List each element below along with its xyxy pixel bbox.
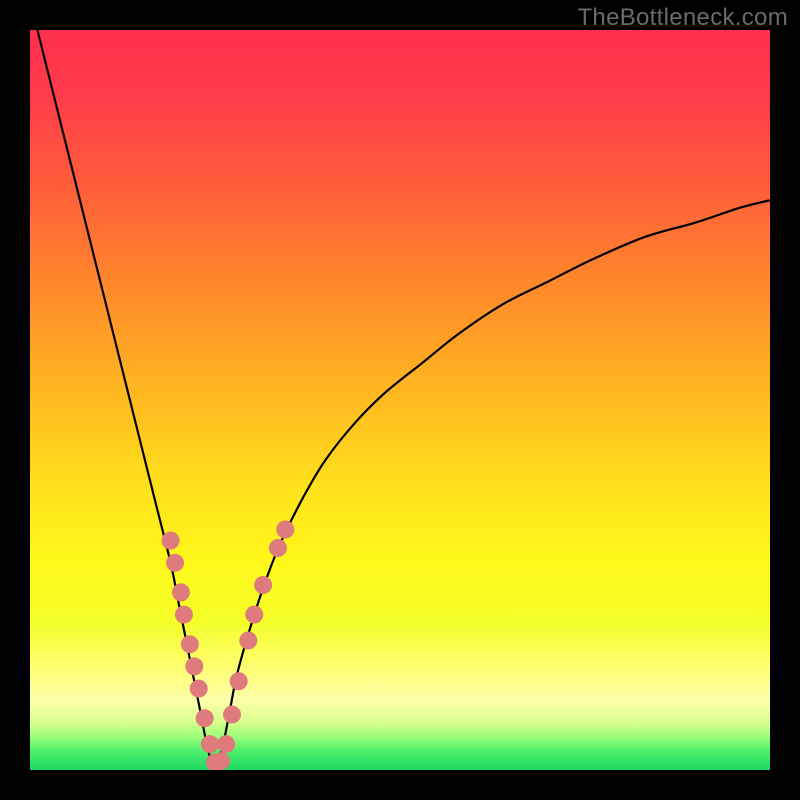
dot <box>181 635 199 653</box>
dot <box>217 735 235 753</box>
dot <box>276 521 294 539</box>
dot <box>223 706 241 724</box>
chart-frame: TheBottleneck.com <box>0 0 800 800</box>
dot <box>201 735 219 753</box>
watermark-text: TheBottleneck.com <box>577 4 788 32</box>
dot <box>175 606 193 624</box>
dot <box>162 532 180 550</box>
dot <box>166 554 184 572</box>
dot <box>212 752 230 770</box>
dot <box>172 583 190 601</box>
plot-area <box>30 30 770 770</box>
dot <box>185 657 203 675</box>
dot <box>230 672 248 690</box>
bottleneck-curve <box>37 30 770 770</box>
dot <box>245 606 263 624</box>
dot <box>196 709 214 727</box>
dot <box>190 680 208 698</box>
plot-overlay <box>30 30 770 770</box>
dot <box>239 632 257 650</box>
dot <box>254 576 272 594</box>
dot <box>269 539 287 557</box>
